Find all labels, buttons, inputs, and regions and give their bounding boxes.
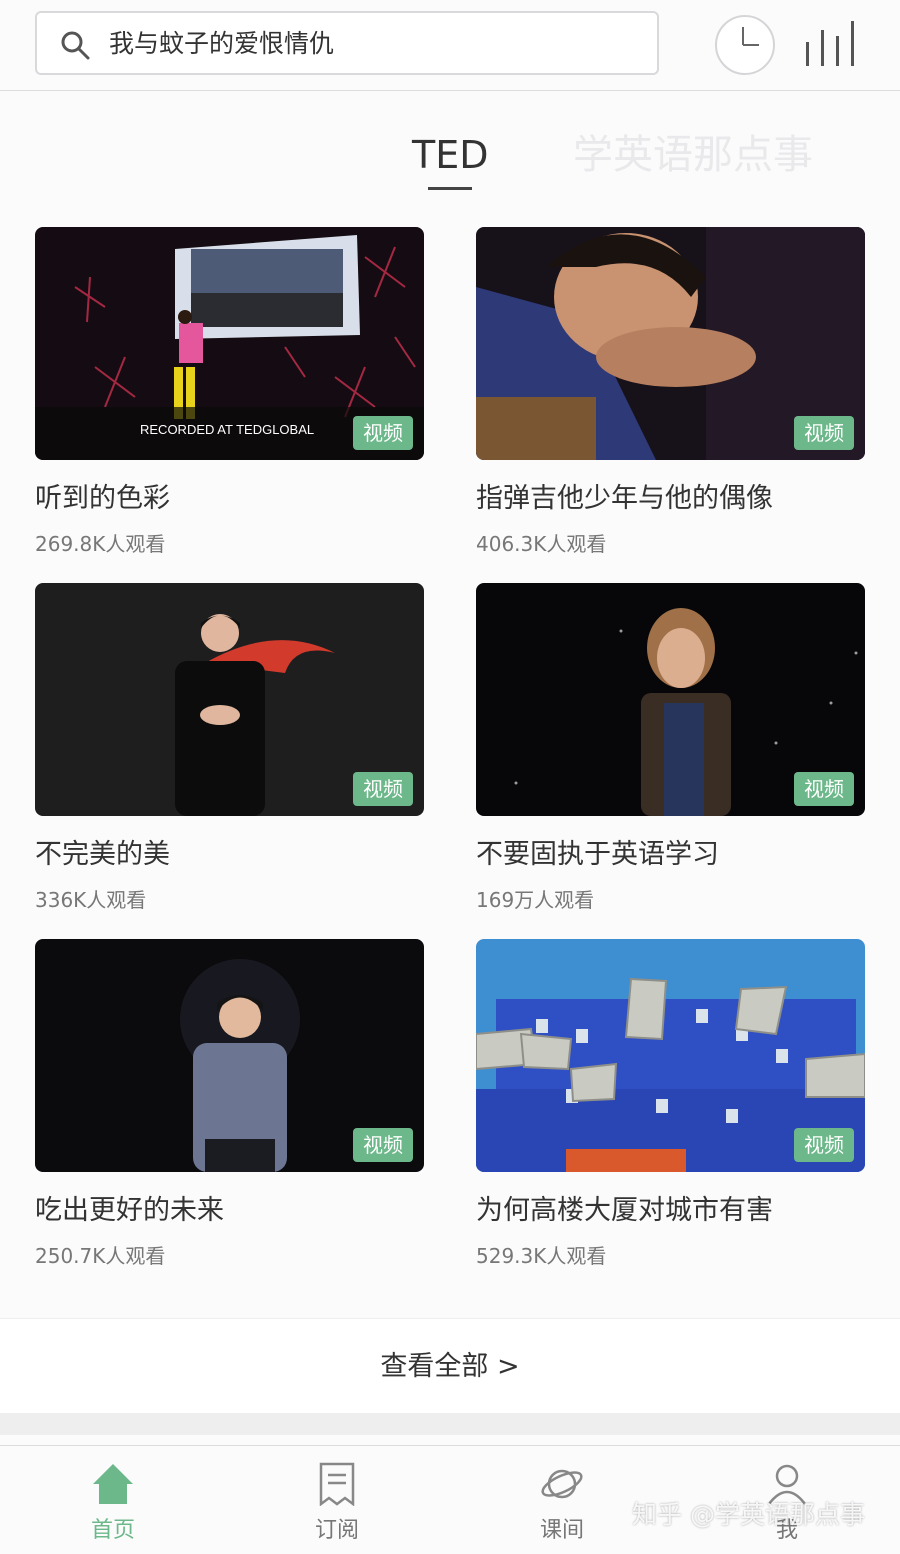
video-thumbnail[interactable]: 视频 (476, 939, 865, 1172)
active-tab-indicator (428, 187, 472, 190)
top-bar: 我与蚊子的爱恨情仇 (0, 0, 900, 91)
nav-label: 课间 (539, 1518, 584, 1543)
video-views: 169万人观看 (476, 888, 595, 912)
search-icon (61, 31, 90, 60)
nav-item-subscribe[interactable]: 订阅 (277, 1446, 397, 1554)
video-badge: 视频 (353, 416, 413, 450)
video-views: 250.7K人观看 (35, 1244, 166, 1268)
video-views: 269.8K人观看 (35, 532, 166, 556)
video-title[interactable]: 为何高楼大厦对城市有害 (476, 1193, 773, 1229)
nav-label: 订阅 (314, 1518, 359, 1543)
video-thumbnail[interactable]: 视频 (476, 227, 865, 460)
video-views: 336K人观看 (35, 888, 147, 912)
video-title[interactable]: 吃出更好的未来 (35, 1193, 224, 1229)
section-divider (0, 1413, 900, 1435)
video-views: 529.3K人观看 (476, 1244, 607, 1268)
video-views: 406.3K人观看 (476, 532, 607, 556)
history-clock-icon[interactable] (713, 13, 777, 77)
view-all-link[interactable]: 查看全部 > (0, 1349, 900, 1385)
thumbnail-overlay-text: RECORDED AT TEDGLOBAL (140, 422, 314, 437)
search-input[interactable]: 我与蚊子的爱恨情仇 (35, 11, 659, 75)
zhihu-watermark: 知乎 @学英语那点事 (632, 1500, 865, 1529)
tab-ted[interactable]: TED (412, 131, 488, 179)
nav-item-home[interactable]: 首页 (53, 1446, 173, 1554)
video-title[interactable]: 听到的色彩 (35, 481, 170, 517)
video-thumbnail[interactable]: 视频 (35, 939, 424, 1172)
video-thumbnail[interactable]: 视频 (476, 583, 865, 816)
video-badge: 视频 (794, 416, 854, 450)
view-all-bar: 查看全部 > (0, 1318, 900, 1414)
video-badge: 视频 (794, 772, 854, 806)
video-thumbnail[interactable]: RECORDED AT TEDGLOBAL 视频 (35, 227, 424, 460)
tab-learn-english[interactable]: 学英语那点事 (573, 131, 813, 179)
video-badge: 视频 (794, 1128, 854, 1162)
video-title[interactable]: 不完美的美 (35, 837, 170, 873)
planet-icon (541, 1469, 583, 1499)
nav-label: 首页 (90, 1518, 135, 1543)
video-badge: 视频 (353, 1128, 413, 1162)
home-icon (93, 1464, 133, 1504)
video-badge: 视频 (353, 772, 413, 806)
document-icon (319, 1462, 355, 1506)
video-title[interactable]: 不要固执于英语学习 (476, 837, 719, 873)
video-thumbnail[interactable]: 视频 (35, 583, 424, 816)
search-query-text: 我与蚊子的爱恨情仇 (109, 29, 335, 58)
video-title[interactable]: 指弹吉他少年与他的偶像 (476, 481, 773, 517)
bar-chart-icon[interactable] (803, 16, 859, 72)
nav-item-break[interactable]: 课间 (502, 1446, 622, 1554)
